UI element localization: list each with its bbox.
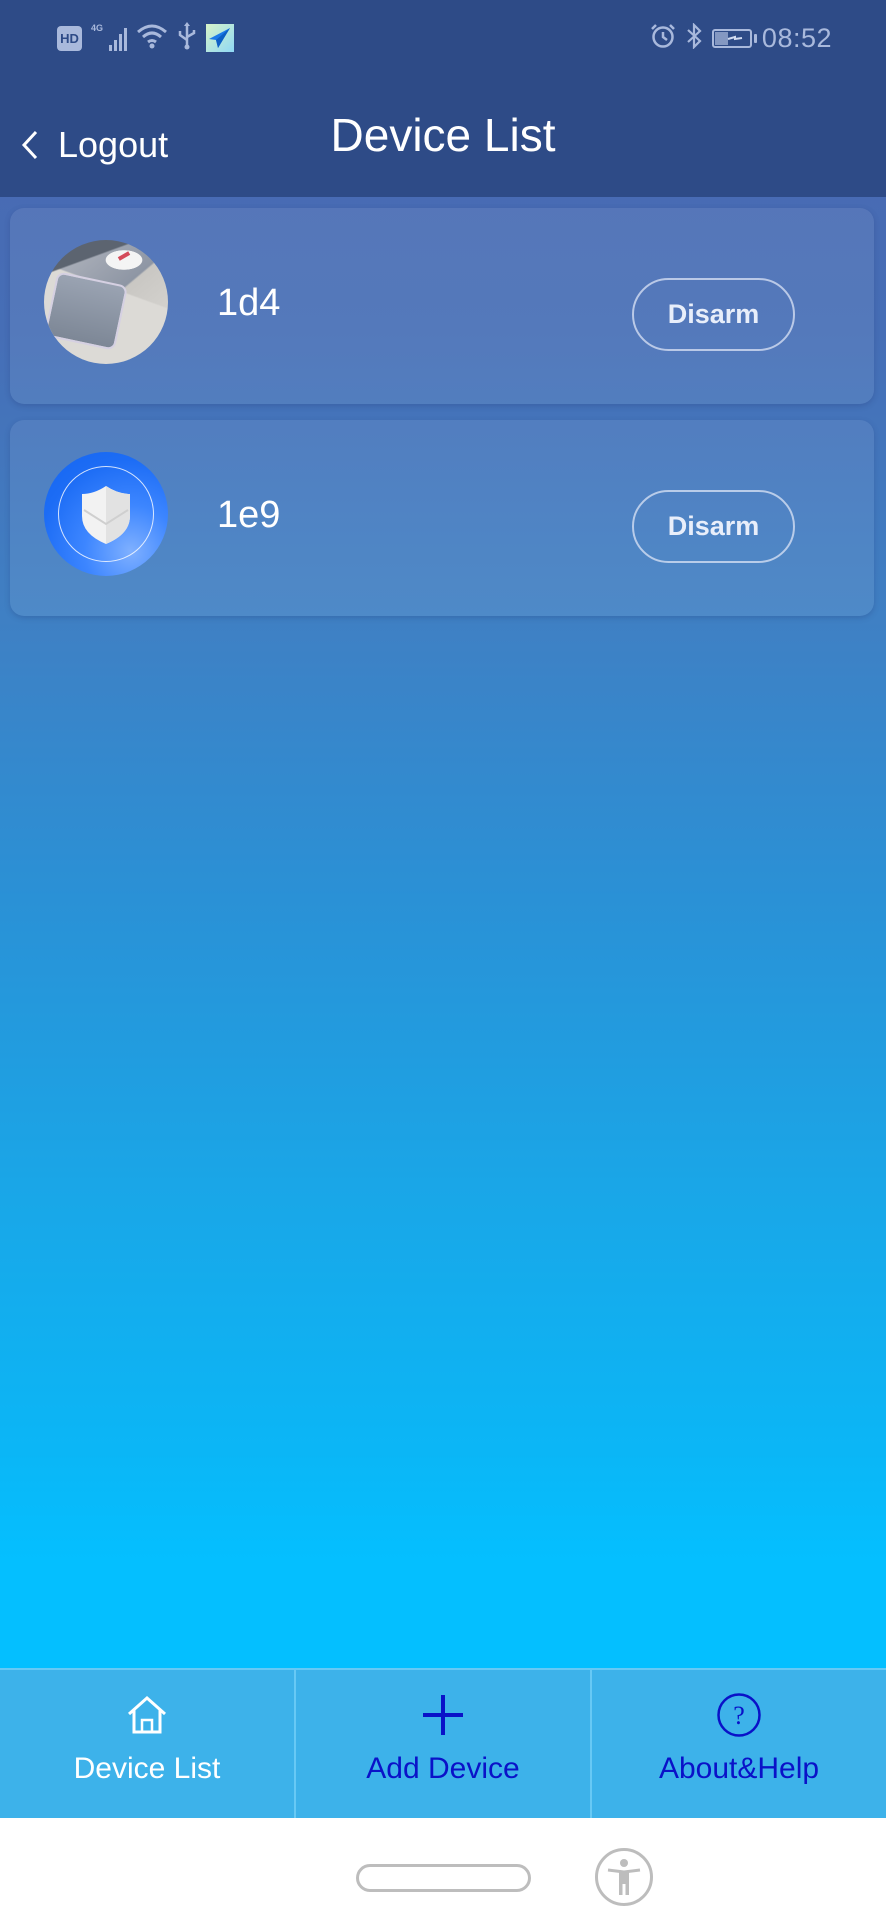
home-icon bbox=[128, 1695, 166, 1734]
tab-label: Device List bbox=[73, 1752, 221, 1785]
shield-icon bbox=[82, 486, 130, 544]
tab-about-help[interactable]: ? About&Help bbox=[592, 1670, 886, 1818]
device-name: 1e9 bbox=[217, 494, 281, 536]
disarm-button[interactable]: Disarm bbox=[632, 490, 795, 563]
device-shield-avatar bbox=[44, 452, 168, 576]
nav-bar: Logout Device List bbox=[0, 76, 886, 197]
help-icon: ? bbox=[717, 1693, 761, 1737]
disarm-button[interactable]: Disarm bbox=[632, 278, 795, 351]
status-time: 08:52 bbox=[761, 22, 832, 53]
app-screen: HD 4G 08:52 Logout Device List 1d4 Disar… bbox=[0, 0, 886, 1818]
tab-add-device[interactable]: Add Device bbox=[296, 1670, 592, 1818]
phone-image bbox=[44, 271, 129, 351]
wifi-icon bbox=[136, 23, 168, 54]
network-type-label: 4G bbox=[91, 23, 104, 33]
tab-label: Add Device bbox=[366, 1752, 520, 1785]
bluetooth-icon bbox=[686, 21, 702, 54]
tab-device-list[interactable]: Device List bbox=[0, 1670, 296, 1818]
app-notification-icon bbox=[206, 24, 234, 52]
device-card[interactable]: 1d4 Disarm bbox=[10, 208, 874, 404]
system-navigation-bar bbox=[0, 1818, 886, 1920]
header: HD 4G 08:52 Logout Device List bbox=[0, 0, 886, 197]
alarm-icon bbox=[650, 23, 676, 54]
usb-icon bbox=[177, 21, 197, 55]
plus-icon bbox=[423, 1695, 463, 1735]
device-photo-avatar bbox=[44, 240, 168, 364]
home-gesture-pill[interactable] bbox=[356, 1864, 531, 1892]
page-title: Device List bbox=[330, 109, 556, 161]
device-card[interactable]: 1e9 Disarm bbox=[10, 420, 874, 616]
accessibility-button[interactable] bbox=[595, 1848, 653, 1906]
status-bar: HD 4G 08:52 bbox=[0, 0, 886, 76]
device-list: 1d4 Disarm 1e9 Disarm bbox=[10, 208, 874, 632]
device-name: 1d4 bbox=[217, 282, 281, 324]
bottom-tab-bar: Device List Add Device ? About&Help bbox=[0, 1668, 886, 1818]
svg-text:?: ? bbox=[733, 1701, 745, 1730]
4g-signal-icon: 4G bbox=[91, 23, 127, 51]
battery-charging-icon bbox=[711, 28, 757, 48]
tab-label: About&Help bbox=[658, 1752, 820, 1785]
accessibility-icon bbox=[607, 1859, 641, 1895]
hd-icon: HD bbox=[57, 25, 82, 51]
